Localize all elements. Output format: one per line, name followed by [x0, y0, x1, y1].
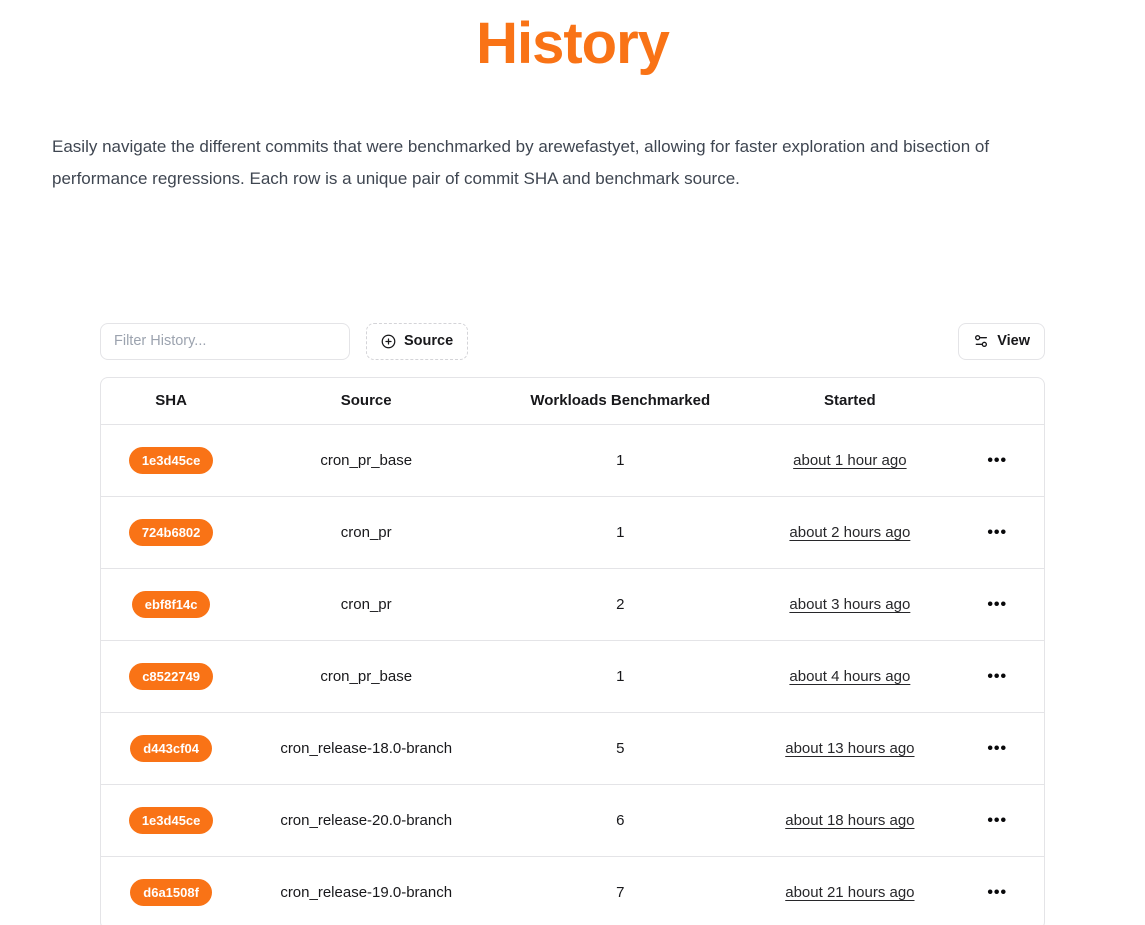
sha-cell: ebf8f14c: [101, 569, 241, 641]
workloads-cell: 1: [491, 425, 749, 497]
table-body: 1e3d45ce cron_pr_base 1 about 1 hour ago…: [101, 425, 1044, 925]
menu-cell: •••: [950, 713, 1044, 785]
view-button-label: View: [997, 333, 1030, 349]
menu-cell: •••: [950, 785, 1044, 857]
table-row: c8522749 cron_pr_base 1 about 4 hours ag…: [101, 641, 1044, 713]
source-cell: cron_release-20.0-branch: [241, 785, 491, 857]
sha-badge[interactable]: d443cf04: [130, 735, 212, 762]
started-cell: about 1 hour ago: [749, 425, 950, 497]
more-horizontal-icon: •••: [987, 740, 1007, 757]
table-header-row: SHA Source Workloads Benchmarked Started: [101, 378, 1044, 425]
source-cell: cron_pr: [241, 569, 491, 641]
table-row: 724b6802 cron_pr 1 about 2 hours ago •••: [101, 497, 1044, 569]
row-menu-button[interactable]: •••: [979, 665, 1015, 689]
workloads-cell: 2: [491, 569, 749, 641]
started-link[interactable]: about 21 hours ago: [785, 884, 914, 901]
column-header-source: Source: [241, 378, 491, 425]
sha-cell: 724b6802: [101, 497, 241, 569]
sha-badge[interactable]: ebf8f14c: [132, 591, 211, 618]
sliders-icon: [973, 333, 989, 349]
row-menu-button[interactable]: •••: [979, 881, 1015, 905]
page-title: History: [0, 0, 1145, 81]
workloads-cell: 5: [491, 713, 749, 785]
history-table: SHA Source Workloads Benchmarked Started…: [100, 377, 1045, 925]
sha-badge[interactable]: d6a1508f: [130, 879, 212, 906]
circle-plus-icon: [381, 334, 396, 349]
filter-history-input[interactable]: [100, 323, 350, 360]
source-button-label: Source: [404, 333, 453, 349]
started-cell: about 2 hours ago: [749, 497, 950, 569]
row-menu-button[interactable]: •••: [979, 809, 1015, 833]
started-link[interactable]: about 3 hours ago: [789, 596, 910, 613]
table-row: d443cf04 cron_release-18.0-branch 5 abou…: [101, 713, 1044, 785]
workloads-cell: 1: [491, 497, 749, 569]
sha-badge[interactable]: c8522749: [129, 663, 213, 690]
sha-cell: 1e3d45ce: [101, 785, 241, 857]
more-horizontal-icon: •••: [987, 884, 1007, 901]
table-row: d6a1508f cron_release-19.0-branch 7 abou…: [101, 857, 1044, 925]
toolbar: Source View: [100, 323, 1045, 360]
column-header-workloads: Workloads Benchmarked: [491, 378, 749, 425]
source-cell: cron_pr_base: [241, 641, 491, 713]
sha-cell: c8522749: [101, 641, 241, 713]
more-horizontal-icon: •••: [987, 452, 1007, 469]
menu-cell: •••: [950, 569, 1044, 641]
menu-cell: •••: [950, 425, 1044, 497]
page-description: Easily navigate the different commits th…: [52, 131, 997, 195]
table-row: 1e3d45ce cron_pr_base 1 about 1 hour ago…: [101, 425, 1044, 497]
row-menu-button[interactable]: •••: [979, 593, 1015, 617]
source-filter-button[interactable]: Source: [366, 323, 468, 360]
started-link[interactable]: about 18 hours ago: [785, 812, 914, 829]
row-menu-button[interactable]: •••: [979, 449, 1015, 473]
started-cell: about 4 hours ago: [749, 641, 950, 713]
source-cell: cron_release-19.0-branch: [241, 857, 491, 925]
workloads-cell: 1: [491, 641, 749, 713]
sha-badge[interactable]: 1e3d45ce: [129, 447, 214, 474]
table-row: 1e3d45ce cron_release-20.0-branch 6 abou…: [101, 785, 1044, 857]
table-row: ebf8f14c cron_pr 2 about 3 hours ago •••: [101, 569, 1044, 641]
more-horizontal-icon: •••: [987, 596, 1007, 613]
sha-badge[interactable]: 724b6802: [129, 519, 214, 546]
workloads-cell: 6: [491, 785, 749, 857]
source-cell: cron_pr: [241, 497, 491, 569]
started-cell: about 21 hours ago: [749, 857, 950, 925]
more-horizontal-icon: •••: [987, 812, 1007, 829]
column-header-actions: [950, 378, 1044, 425]
source-cell: cron_pr_base: [241, 425, 491, 497]
column-header-sha: SHA: [101, 378, 241, 425]
sha-cell: d443cf04: [101, 713, 241, 785]
row-menu-button[interactable]: •••: [979, 521, 1015, 545]
more-horizontal-icon: •••: [987, 524, 1007, 541]
workloads-cell: 7: [491, 857, 749, 925]
view-button[interactable]: View: [958, 323, 1045, 360]
menu-cell: •••: [950, 857, 1044, 925]
started-link[interactable]: about 2 hours ago: [789, 524, 910, 541]
more-horizontal-icon: •••: [987, 668, 1007, 685]
sha-badge[interactable]: 1e3d45ce: [129, 807, 214, 834]
source-cell: cron_release-18.0-branch: [241, 713, 491, 785]
started-cell: about 3 hours ago: [749, 569, 950, 641]
menu-cell: •••: [950, 497, 1044, 569]
row-menu-button[interactable]: •••: [979, 737, 1015, 761]
menu-cell: •••: [950, 641, 1044, 713]
started-link[interactable]: about 4 hours ago: [789, 668, 910, 685]
started-link[interactable]: about 13 hours ago: [785, 740, 914, 757]
started-cell: about 13 hours ago: [749, 713, 950, 785]
started-link[interactable]: about 1 hour ago: [793, 452, 906, 469]
history-page: History Easily navigate the different co…: [0, 0, 1145, 925]
column-header-started: Started: [749, 378, 950, 425]
started-cell: about 18 hours ago: [749, 785, 950, 857]
sha-cell: 1e3d45ce: [101, 425, 241, 497]
sha-cell: d6a1508f: [101, 857, 241, 925]
